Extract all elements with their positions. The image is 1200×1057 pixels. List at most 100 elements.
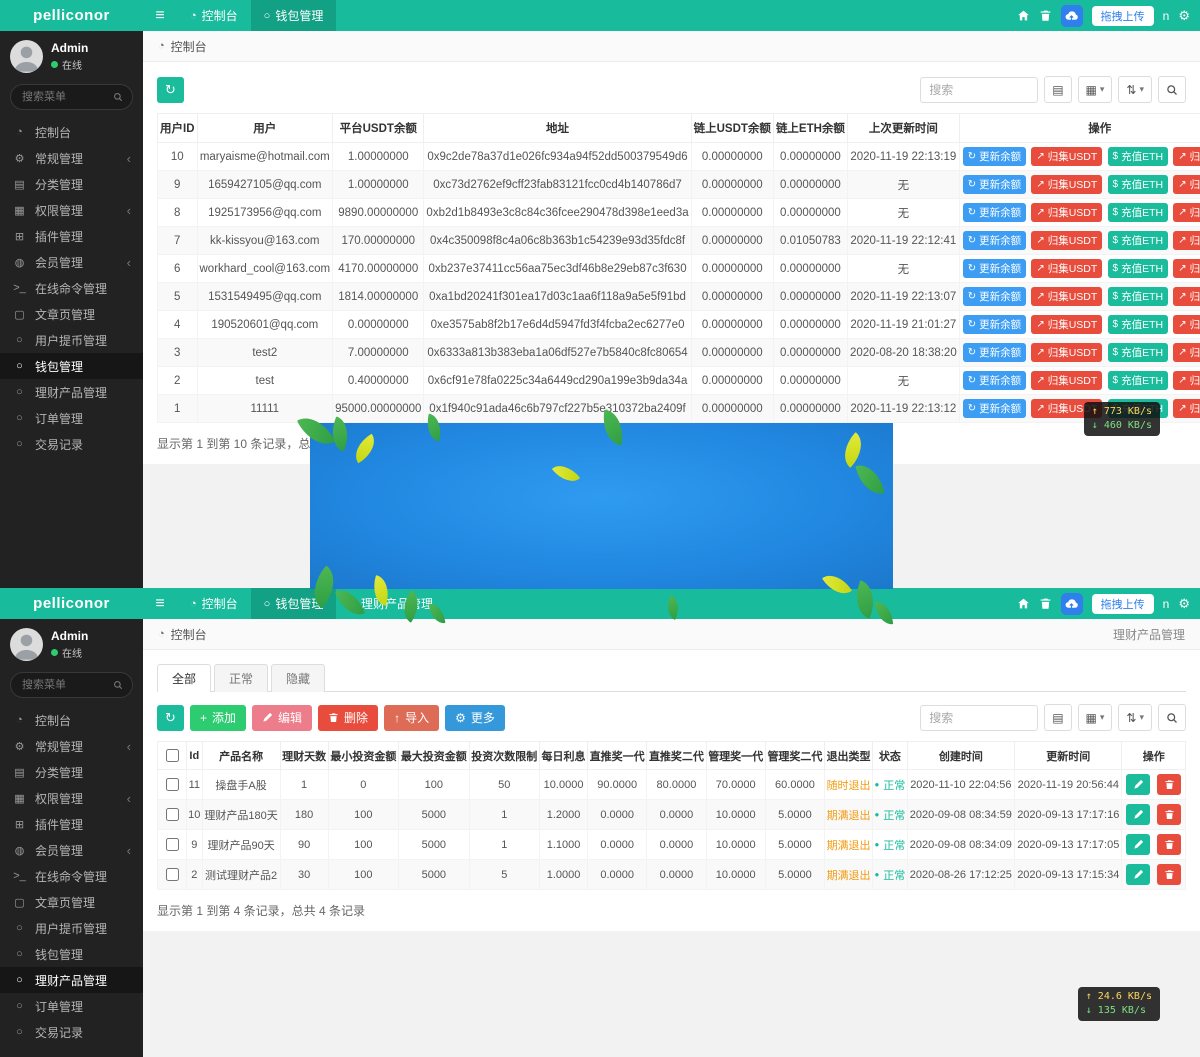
sidebar-item[interactable]: ○ 用户提币管理 — [0, 327, 143, 353]
collect-usdt-button[interactable]: ↗归集USDT — [1031, 371, 1102, 390]
update-balance-button[interactable]: ↻更新余额 — [963, 315, 1026, 334]
collect-eth-button[interactable]: ↗归集ETH — [1173, 287, 1200, 306]
collect-eth-button[interactable]: ↗归集ETH — [1173, 399, 1200, 418]
export-button[interactable]: ⇅▾ — [1118, 704, 1152, 731]
recharge-eth-button[interactable]: $充值ETH — [1108, 175, 1169, 194]
refresh-button[interactable]: ↻ — [157, 77, 184, 103]
filter-tab[interactable]: 隐藏 — [271, 664, 325, 692]
update-balance-button[interactable]: ↻更新余额 — [963, 259, 1026, 278]
breadcrumb[interactable]: 控制台 — [171, 626, 207, 643]
recharge-eth-button[interactable]: $充值ETH — [1108, 147, 1169, 166]
settings-gear-icon[interactable]: ⚙ — [1178, 8, 1190, 24]
breadcrumb[interactable]: 控制台 — [171, 38, 207, 55]
collect-usdt-button[interactable]: ↗归集USDT — [1031, 287, 1102, 306]
sidebar-item[interactable]: ○ 订单管理 — [0, 993, 143, 1019]
column-header[interactable]: 链上ETH余额 — [773, 114, 847, 143]
collect-usdt-button[interactable]: ↗归集USDT — [1031, 315, 1102, 334]
drag-upload-button[interactable]: 拖拽上传 — [1092, 6, 1154, 26]
sidebar-item[interactable]: ○ 钱包管理 — [0, 353, 143, 379]
sidebar-item[interactable]: ▢ 文章页管理 — [0, 301, 143, 327]
toggle-view-button[interactable]: ▤ — [1044, 76, 1071, 103]
clear-cache-trash-button[interactable] — [1039, 597, 1052, 610]
sidebar-item[interactable]: >_ 在线命令管理 — [0, 275, 143, 301]
edit-button[interactable] — [1126, 834, 1150, 855]
column-header[interactable]: 创建时间 — [907, 742, 1014, 770]
update-balance-button[interactable]: ↻更新余额 — [963, 147, 1026, 166]
sidebar-item[interactable]: ◍ 会员管理 ‹ — [0, 249, 143, 275]
recharge-eth-button[interactable]: $充值ETH — [1108, 203, 1169, 222]
column-header[interactable]: 最小投资金额 — [328, 742, 398, 770]
delete-button[interactable] — [1157, 804, 1181, 825]
recharge-eth-button[interactable]: $充值ETH — [1108, 231, 1169, 250]
sidebar-item[interactable]: ◔ 控制台 — [0, 119, 143, 145]
clear-cache-trash-button[interactable] — [1039, 9, 1052, 22]
table-search-input[interactable] — [920, 77, 1038, 103]
settings-gear-icon[interactable]: ⚙ — [1178, 596, 1190, 612]
sidebar-item[interactable]: ▦ 权限管理 ‹ — [0, 197, 143, 223]
upload-cloud-icon[interactable] — [1061, 593, 1083, 615]
column-header[interactable]: 地址 — [424, 114, 691, 143]
sidebar-item[interactable]: ◍ 会员管理 ‹ — [0, 837, 143, 863]
sidebar-item[interactable]: >_ 在线命令管理 — [0, 863, 143, 889]
delete-button[interactable] — [1157, 774, 1181, 795]
column-header[interactable]: 用户 — [197, 114, 333, 143]
column-header[interactable]: 平台USDT余额 — [333, 114, 424, 143]
collect-usdt-button[interactable]: ↗归集USDT — [1031, 259, 1102, 278]
column-header[interactable]: 链上USDT余额 — [691, 114, 773, 143]
sidebar-item[interactable]: ○ 订单管理 — [0, 405, 143, 431]
topnav-tab[interactable]: ◔ 控制台 — [177, 0, 251, 31]
row-checkbox[interactable] — [166, 868, 179, 881]
search-toggle-button[interactable] — [1158, 76, 1186, 103]
column-header[interactable]: 最大投资金额 — [399, 742, 469, 770]
refresh-button[interactable]: ↻ — [157, 705, 184, 731]
sidebar-item[interactable]: ⊞ 插件管理 — [0, 223, 143, 249]
column-header[interactable]: 直推奖一代 — [588, 742, 647, 770]
column-header[interactable]: 管理奖二代 — [765, 742, 824, 770]
column-header[interactable]: 上次更新时间 — [847, 114, 959, 143]
sidebar-item[interactable]: ▤ 分类管理 — [0, 171, 143, 197]
collect-usdt-button[interactable]: ↗归集USDT — [1031, 231, 1102, 250]
update-balance-button[interactable]: ↻更新余额 — [963, 287, 1026, 306]
topnav-tab[interactable]: ◔ 控制台 — [177, 588, 251, 619]
sidebar-item[interactable]: ○ 钱包管理 — [0, 941, 143, 967]
row-checkbox[interactable] — [166, 778, 179, 791]
sidebar-item[interactable]: ◔ 控制台 — [0, 707, 143, 733]
home-icon-button[interactable] — [1017, 597, 1030, 610]
update-balance-button[interactable]: ↻更新余额 — [963, 399, 1026, 418]
export-button[interactable]: ⇅▾ — [1118, 76, 1152, 103]
toggle-view-button[interactable]: ▤ — [1044, 704, 1071, 731]
columns-button[interactable]: ▦▾ — [1078, 704, 1113, 731]
edit-button[interactable]: 编辑 — [252, 705, 312, 731]
sidebar-toggle-button[interactable]: ≡ — [143, 7, 177, 25]
avatar[interactable] — [10, 628, 43, 661]
collect-eth-button[interactable]: ↗归集ETH — [1173, 371, 1200, 390]
recharge-eth-button[interactable]: $充值ETH — [1108, 287, 1169, 306]
drag-upload-button[interactable]: 拖拽上传 — [1092, 594, 1154, 614]
sidebar-item[interactable]: ⊞ 插件管理 — [0, 811, 143, 837]
recharge-eth-button[interactable]: $充值ETH — [1108, 259, 1169, 278]
column-header[interactable]: 直推奖二代 — [647, 742, 706, 770]
sidebar-search-input[interactable] — [20, 90, 107, 104]
recharge-eth-button[interactable]: $充值ETH — [1108, 343, 1169, 362]
topnav-tab[interactable]: ○ 理财产品管理 — [336, 588, 446, 619]
filter-tab[interactable]: 全部 — [157, 664, 211, 692]
search-toggle-button[interactable] — [1158, 704, 1186, 731]
edit-button[interactable] — [1126, 864, 1150, 885]
recharge-eth-button[interactable]: $充值ETH — [1108, 315, 1169, 334]
collect-usdt-button[interactable]: ↗归集USDT — [1031, 203, 1102, 222]
update-balance-button[interactable]: ↻更新余额 — [963, 231, 1026, 250]
sidebar-item[interactable]: ▢ 文章页管理 — [0, 889, 143, 915]
column-header[interactable]: 投资次数限制 — [469, 742, 539, 770]
row-checkbox[interactable] — [166, 838, 179, 851]
collect-eth-button[interactable]: ↗归集ETH — [1173, 231, 1200, 250]
update-balance-button[interactable]: ↻更新余额 — [963, 343, 1026, 362]
sidebar-toggle-button[interactable]: ≡ — [143, 595, 177, 613]
columns-button[interactable]: ▦▾ — [1078, 76, 1113, 103]
sidebar-item[interactable]: ○ 交易记录 — [0, 431, 143, 457]
column-header[interactable]: 产品名称 — [202, 742, 280, 770]
collect-eth-button[interactable]: ↗归集ETH — [1173, 203, 1200, 222]
sidebar-item[interactable]: ⚙ 常规管理 ‹ — [0, 733, 143, 759]
topnav-tab[interactable]: ○ 钱包管理 — [251, 588, 337, 619]
brand-logo[interactable]: pelliconor — [0, 0, 143, 31]
import-button[interactable]: ↑导入 — [384, 705, 439, 731]
